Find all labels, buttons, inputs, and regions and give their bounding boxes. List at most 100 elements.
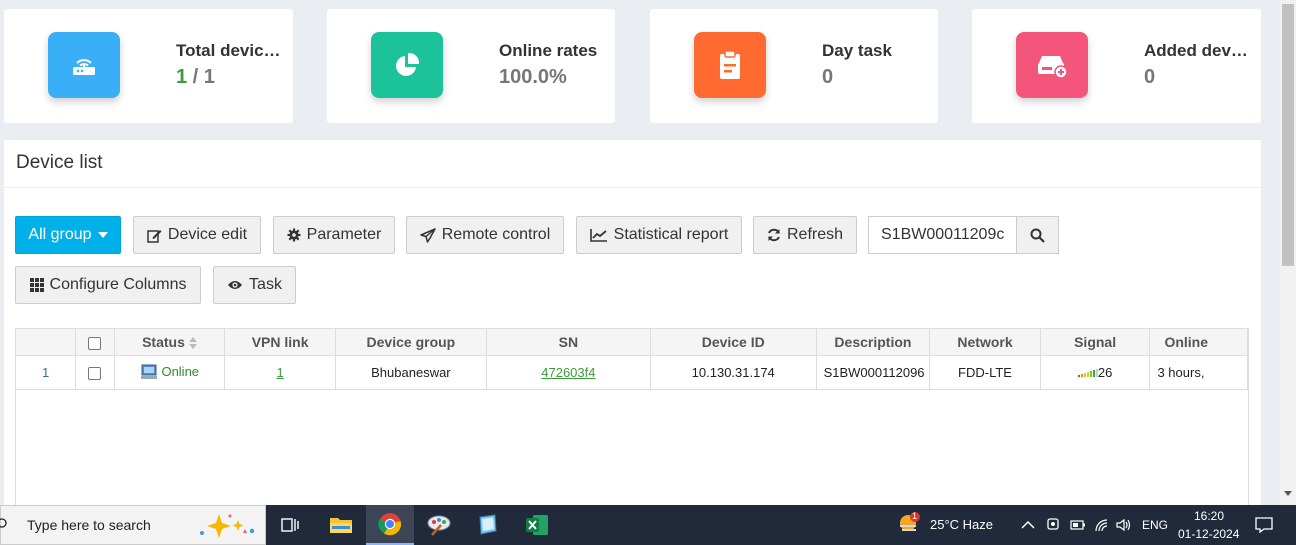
speaker-icon[interactable] <box>1116 518 1132 532</box>
search-input[interactable] <box>869 217 1016 253</box>
stat-card-online-rates: Online rates 100.0% <box>327 9 615 123</box>
column-header-sn[interactable]: SN <box>486 329 651 356</box>
remote-control-button[interactable]: Remote control <box>406 216 564 254</box>
taskbar: Type here to search 1 25°C Haze ENG 16:2… <box>0 505 1296 545</box>
gear-icon <box>287 228 301 242</box>
card-value: 100.0% <box>499 66 567 88</box>
column-header-status[interactable]: Status <box>114 329 226 356</box>
paint-icon <box>427 515 451 536</box>
weather-badge: 1 <box>912 511 918 521</box>
battery-icon[interactable] <box>1070 520 1086 530</box>
card-value: 1 / 1 <box>176 66 215 88</box>
file-explorer-button[interactable] <box>317 505 365 545</box>
table-row[interactable]: 1 Online 1 Bhubaneswar 472603f4 10.130.3… <box>16 355 1248 390</box>
card-title: Online rates <box>499 41 598 60</box>
column-header-network[interactable]: Network <box>929 329 1041 356</box>
page-title: Device list <box>16 152 103 173</box>
column-header-device-group[interactable]: Device group <box>335 329 487 356</box>
column-header-description[interactable]: Description <box>816 329 931 356</box>
all-group-label: All group <box>28 226 92 243</box>
all-group-dropdown[interactable]: All group <box>15 216 121 254</box>
chrome-button[interactable] <box>366 505 414 545</box>
task-button[interactable]: Task <box>213 266 296 304</box>
vpn-link-cell: 1 <box>224 355 336 390</box>
eye-icon <box>228 281 243 289</box>
task-view-button[interactable] <box>266 505 314 545</box>
task-view-icon <box>281 518 299 532</box>
select-all-checkbox[interactable] <box>75 329 115 356</box>
scroll-down-arrow[interactable] <box>1284 491 1292 496</box>
notepad-icon <box>479 514 497 535</box>
app-button-notepad[interactable] <box>463 505 511 545</box>
stat-card-total-devices: Total devic… 1 / 1 <box>4 9 293 123</box>
clock-date[interactable]: 01-12-2024 <box>1178 527 1239 541</box>
row-checkbox[interactable] <box>75 355 115 390</box>
scrollbar-thumb[interactable] <box>1282 4 1294 266</box>
clock-time[interactable]: 16:20 <box>1194 509 1224 523</box>
refresh-icon <box>768 228 780 242</box>
device-table: Status VPN link Device group SN Device I… <box>15 328 1249 510</box>
divider <box>4 187 1261 188</box>
task-label: Task <box>249 276 282 293</box>
parameter-label: Parameter <box>306 226 382 243</box>
weather-text[interactable]: 25°C Haze <box>930 517 993 532</box>
status-text: Online <box>161 363 200 379</box>
vertical-scrollbar[interactable] <box>1280 0 1296 505</box>
weather-icon <box>900 512 920 531</box>
vpn-link[interactable]: 1 <box>276 365 283 380</box>
notification-icon[interactable] <box>1255 517 1273 533</box>
excel-icon <box>526 515 548 535</box>
device-group-cell: Bhubaneswar <box>335 355 487 390</box>
signal-cell: 26 <box>1040 355 1151 390</box>
table-header-row: Status VPN link Device group SN Device I… <box>16 329 1248 356</box>
device-edit-button[interactable]: Device edit <box>133 216 261 254</box>
remote-control-label: Remote control <box>441 226 551 243</box>
statistical-report-button[interactable]: Statistical report <box>576 216 742 254</box>
add-device-icon <box>1016 32 1088 98</box>
sparkle-icon <box>200 514 255 538</box>
meet-now-icon[interactable] <box>1046 517 1060 533</box>
search-placeholder: Type here to search <box>27 517 151 533</box>
search-button[interactable] <box>1016 217 1058 253</box>
app-button-paint[interactable] <box>415 505 463 545</box>
column-header-online[interactable]: Online <box>1149 329 1248 356</box>
status-header-label: Status <box>142 333 185 350</box>
language-indicator[interactable]: ENG <box>1142 518 1168 532</box>
status-cell: Online <box>114 355 226 390</box>
card-title: Day task <box>822 41 892 60</box>
signal-value: 26 <box>1097 364 1113 380</box>
search-icon <box>1030 228 1045 243</box>
column-header-index <box>16 329 77 356</box>
configure-columns-label: Configure Columns <box>49 276 187 293</box>
stat-card-added-devices: Added dev… 0 <box>972 9 1261 123</box>
column-header-signal[interactable]: Signal <box>1040 329 1151 356</box>
pie-chart-icon <box>371 32 443 98</box>
network-cell: FDD-LTE <box>929 355 1041 390</box>
edit-icon <box>147 229 162 243</box>
taskbar-search[interactable]: Type here to search <box>0 505 266 545</box>
excel-button[interactable] <box>513 505 561 545</box>
sn-link[interactable]: 472603f4 <box>541 365 595 380</box>
paper-plane-icon <box>420 227 436 243</box>
refresh-label: Refresh <box>786 226 844 243</box>
search-icon <box>0 518 7 528</box>
sort-icon <box>188 337 197 350</box>
router-icon <box>48 32 120 98</box>
row-index: 1 <box>16 355 77 390</box>
configure-columns-button[interactable]: Configure Columns <box>15 266 201 304</box>
description-cell: S1BW000112096 <box>816 355 931 390</box>
checkbox-icon <box>88 336 102 350</box>
column-header-vpn-link[interactable]: VPN link <box>224 329 336 356</box>
device-search <box>868 216 1059 254</box>
folder-icon <box>330 518 352 533</box>
chevron-up-icon[interactable] <box>1021 520 1035 529</box>
column-header-device-id[interactable]: Device ID <box>650 329 817 356</box>
line-chart-icon <box>589 229 607 242</box>
parameter-button[interactable]: Parameter <box>273 216 395 254</box>
online-cell: 3 hours, <box>1149 355 1248 390</box>
wifi-icon[interactable] <box>1094 518 1110 532</box>
card-title: Total devic… <box>176 41 281 60</box>
refresh-button[interactable]: Refresh <box>753 216 857 254</box>
device-list-panel: Device list All group Device edit Parame… <box>4 140 1261 510</box>
card-title: Added dev… <box>1144 41 1248 60</box>
